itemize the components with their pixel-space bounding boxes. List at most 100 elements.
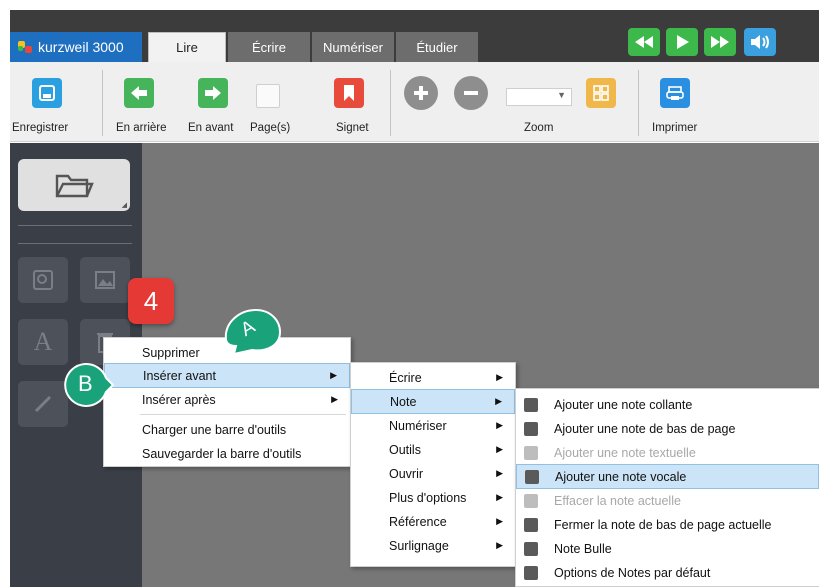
menu-item-label: Ajouter une note collante xyxy=(554,397,693,412)
forward-label: En avant xyxy=(188,122,234,134)
print-button[interactable] xyxy=(660,78,690,108)
microphone-icon xyxy=(525,469,539,484)
submenu-arrow-icon: ▶ xyxy=(330,370,337,380)
open-folder-button[interactable]: ◢ xyxy=(18,159,130,211)
divider xyxy=(18,243,132,244)
minus-icon xyxy=(464,91,478,95)
menu-item-surlignage[interactable]: Surlignage ▶ xyxy=(351,533,515,558)
menu-item-label: Ajouter une note vocale xyxy=(555,469,687,484)
submenu-arrow-icon: ▶ xyxy=(496,492,503,502)
menu-item-fermer-note[interactable]: Fermer la note de bas de page actuelle xyxy=(516,512,819,537)
save-label: Enregistrer xyxy=(12,122,69,134)
menu-item-outils[interactable]: Outils ▶ xyxy=(351,437,515,462)
menu-item-label: Sauvegarder la barre d'outils xyxy=(142,446,302,461)
zoom-select[interactable]: ▼ xyxy=(506,88,572,106)
back-button[interactable] xyxy=(124,78,154,108)
zoom-grid-button[interactable] xyxy=(586,78,616,108)
menu-item-numeriser[interactable]: Numériser ▶ xyxy=(351,413,515,438)
search-tool-button[interactable] xyxy=(18,257,68,303)
pen-tool-button[interactable] xyxy=(18,381,68,427)
bookmark-icon xyxy=(344,85,354,101)
floppy-icon xyxy=(39,85,55,101)
menu-item-label: Ajouter une note textuelle xyxy=(554,445,696,460)
divider xyxy=(18,225,132,226)
volume-button[interactable] xyxy=(744,28,776,56)
menu-item-label: Note Bulle xyxy=(554,541,612,556)
corner-arrow-icon: ◢ xyxy=(121,202,127,209)
menu-item-effacer-note[interactable]: Effacer la note actuelle xyxy=(516,488,819,513)
menu-item-note-bulle[interactable]: Note Bulle xyxy=(516,536,819,561)
pages-label: Page(s) xyxy=(250,122,291,134)
rewind-button[interactable] xyxy=(628,28,660,56)
submenu-arrow-icon: ▶ xyxy=(331,394,338,404)
zoom-out-button[interactable] xyxy=(454,76,488,110)
tab-label: Étudier xyxy=(416,39,458,55)
title-bar: kurzweil 3000 Lire Écrire Numériser Étud… xyxy=(10,10,819,62)
menu-item-note-vocale[interactable]: Ajouter une note vocale xyxy=(516,464,819,489)
tab-lire[interactable]: Lire xyxy=(148,32,226,62)
menu-item-inserer-avant[interactable]: Insérer avant ▶ xyxy=(104,363,350,388)
options-icon xyxy=(524,565,538,580)
submenu-note: Ajouter une note collante Ajouter une no… xyxy=(515,388,819,587)
chevron-down-icon: ▼ xyxy=(557,90,566,100)
menu-item-label: Référence xyxy=(389,514,447,529)
erase-note-icon xyxy=(524,493,538,508)
menu-item-ouvrir[interactable]: Ouvrir ▶ xyxy=(351,461,515,486)
tab-ecrire[interactable]: Écrire xyxy=(228,32,310,62)
menu-item-label: Outils xyxy=(389,442,421,457)
save-button[interactable] xyxy=(32,78,62,108)
menu-item-label: Note xyxy=(390,394,417,409)
marker-b-label: B xyxy=(78,371,93,396)
app-logo: kurzweil 3000 xyxy=(10,32,142,62)
menu-item-label: Ouvrir xyxy=(389,466,424,481)
menu-item-note[interactable]: Note ▶ xyxy=(351,389,515,414)
menu-item-label: Surlignage xyxy=(389,538,449,553)
menu-item-note-collante[interactable]: Ajouter une note collante xyxy=(516,392,819,417)
arrow-left-icon xyxy=(131,86,147,100)
bookmark-button[interactable] xyxy=(334,78,364,108)
submenu-arrow-icon: ▶ xyxy=(496,372,503,382)
menu-item-ecrire[interactable]: Écrire ▶ xyxy=(351,365,515,390)
fast-forward-icon xyxy=(711,36,729,48)
menu-item-reference[interactable]: Référence ▶ xyxy=(351,509,515,534)
tab-etudier[interactable]: Étudier xyxy=(396,32,478,62)
menu-item-label: Écrire xyxy=(389,370,422,385)
menu-item-inserer-apres[interactable]: Insérer après ▶ xyxy=(104,387,350,412)
toolbar: Enregistrer En arrière En avant Page(s) … xyxy=(10,62,819,142)
magnifier-icon xyxy=(33,270,53,290)
bookmark-label: Signet xyxy=(336,122,369,134)
menu-item-note-bas-page[interactable]: Ajouter une note de bas de page xyxy=(516,416,819,441)
speaker-icon xyxy=(751,35,769,49)
submenu-arrow-icon: ▶ xyxy=(496,444,503,454)
menu-item-label: Charger une barre d'outils xyxy=(142,422,287,437)
menu-item-label: Plus d'options xyxy=(389,490,467,505)
fast-forward-button[interactable] xyxy=(704,28,736,56)
menu-item-plus-options[interactable]: Plus d'options ▶ xyxy=(351,485,515,510)
menu-separator xyxy=(140,414,346,415)
image-icon xyxy=(95,271,115,289)
arrow-right-icon xyxy=(205,86,221,100)
menu-item-charger-barre[interactable]: Charger une barre d'outils xyxy=(104,417,350,442)
menu-item-sauvegarder-barre[interactable]: Sauvegarder la barre d'outils xyxy=(104,441,350,466)
menu-item-options-notes[interactable]: Options de Notes par défaut xyxy=(516,560,819,585)
plus-icon xyxy=(414,86,428,100)
image-tool-button[interactable] xyxy=(80,257,130,303)
printer-icon xyxy=(666,86,684,100)
pages-button[interactable] xyxy=(256,84,280,108)
tab-numeriser[interactable]: Numériser xyxy=(312,32,394,62)
grid-icon xyxy=(593,85,609,101)
print-label: Imprimer xyxy=(652,122,698,134)
tab-label: Lire xyxy=(176,40,198,55)
menu-item-label: Options de Notes par défaut xyxy=(554,565,711,580)
zoom-in-button[interactable] xyxy=(404,76,438,110)
play-button[interactable] xyxy=(666,28,698,56)
context-menu: Supprimer Insérer avant ▶ Insérer après ▶ … xyxy=(103,337,351,467)
text-tool-button[interactable]: A xyxy=(18,319,68,365)
menu-item-label: Insérer avant xyxy=(143,368,216,383)
text-note-icon xyxy=(524,445,538,460)
submenu-arrow-icon: ▶ xyxy=(496,540,503,550)
separator xyxy=(638,70,639,136)
forward-button[interactable] xyxy=(198,78,228,108)
menu-item-label: Ajouter une note de bas de page xyxy=(554,421,736,436)
menu-item-note-textuelle[interactable]: Ajouter une note textuelle xyxy=(516,440,819,465)
